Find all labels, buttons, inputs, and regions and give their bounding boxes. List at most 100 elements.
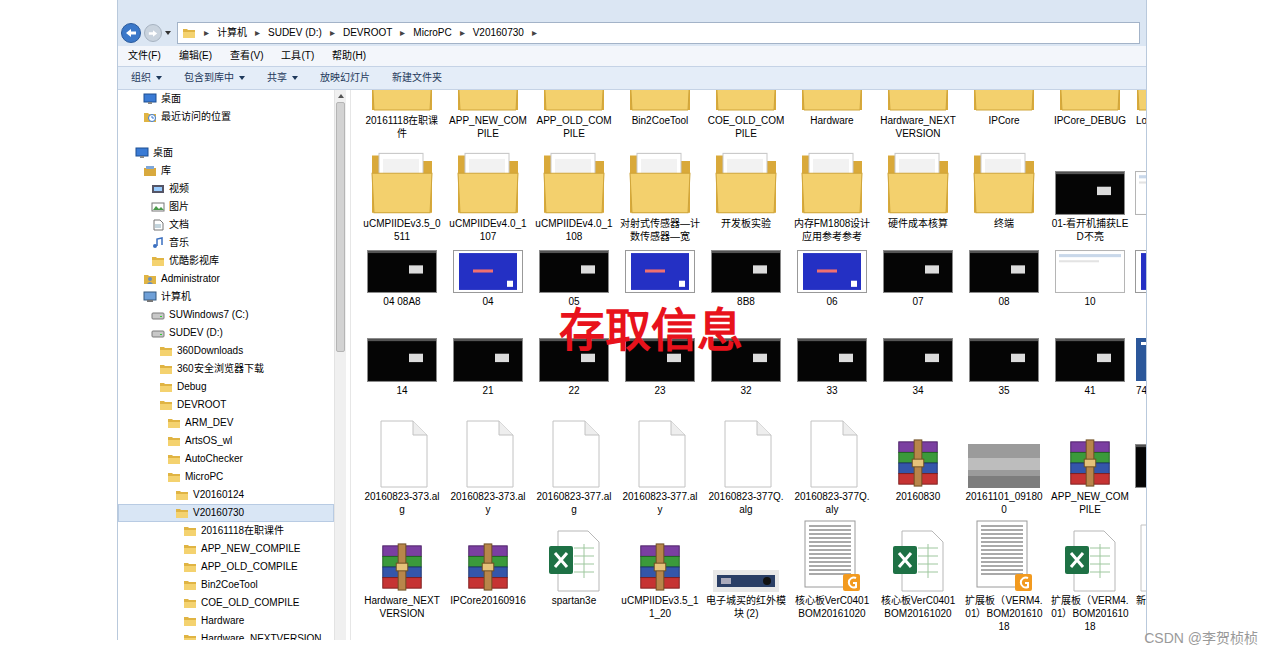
file-item[interactable]: 对射式传感器—计数传感器—宽 bbox=[617, 145, 703, 245]
file-item[interactable]: COE_OLD_COMPILE bbox=[703, 90, 789, 142]
file-item[interactable]: 20160823-377.alg bbox=[531, 418, 617, 518]
path-segment[interactable]: MicroPC bbox=[413, 23, 451, 43]
file-item[interactable]: 04 bbox=[445, 250, 531, 312]
nav-item[interactable]: AutoChecker bbox=[118, 450, 334, 468]
file-item[interactable]: IPCore20160916 bbox=[445, 520, 531, 640]
file-item[interactable]: 01-看开机捕获LED不亮 bbox=[1047, 145, 1133, 245]
nav-item[interactable]: SUDEV (D:) bbox=[118, 324, 334, 342]
file-item[interactable]: 20160823-377.aly bbox=[617, 418, 703, 518]
file-item[interactable]: 扩展板（VERM4.01）BOM20161018 bbox=[1047, 520, 1133, 640]
file-item[interactable]: 35 bbox=[961, 338, 1047, 400]
file-item[interactable]: 21 bbox=[445, 338, 531, 400]
file-item[interactable]: 20160823-377Q.aly bbox=[789, 418, 875, 518]
path-separator[interactable]: ▸ bbox=[255, 23, 260, 43]
nav-item[interactable]: Debug bbox=[118, 378, 334, 396]
path-separator[interactable]: ▸ bbox=[330, 23, 335, 43]
file-item[interactable]: APP_NEW_COMPILE bbox=[1047, 418, 1133, 518]
file-item[interactable]: 硬件成本核算 bbox=[875, 145, 961, 245]
path-separator[interactable]: ▸ bbox=[204, 23, 209, 43]
file-item[interactable]: Hardware_NEXTVERSION bbox=[359, 520, 445, 640]
file-item[interactable]: Lo bbox=[1133, 90, 1146, 142]
nav-item[interactable]: V20160730 bbox=[118, 504, 334, 522]
file-item[interactable]: uCMPIIDEv3.5_0511 bbox=[359, 145, 445, 245]
nav-item[interactable]: 桌面 bbox=[118, 90, 334, 108]
file-item[interactable]: APP_NEW_COMPILE bbox=[445, 90, 531, 142]
file-item[interactable]: 8B8 bbox=[703, 250, 789, 312]
nav-item[interactable]: APP_OLD_COMPILE bbox=[118, 558, 334, 576]
file-item[interactable]: Bin2CoeTool bbox=[617, 90, 703, 142]
nav-item[interactable]: MicroPC bbox=[118, 468, 334, 486]
file-item[interactable]: uCMPIIDEv3.5_11_20 bbox=[617, 520, 703, 640]
file-item[interactable]: 14 bbox=[359, 338, 445, 400]
menu-item[interactable]: 编辑(E) bbox=[177, 46, 214, 66]
file-item[interactable]: 04 08A8 bbox=[359, 250, 445, 312]
history-dropdown[interactable] bbox=[165, 31, 171, 35]
file-item[interactable]: 核心板VerC0401BOM20161020 bbox=[875, 520, 961, 640]
nav-item[interactable]: Hardware_NEXTVERSION bbox=[118, 630, 334, 640]
file-item[interactable]: 内存FM1808设计应用参考参考 bbox=[789, 145, 875, 245]
file-item[interactable]: IPCore bbox=[961, 90, 1047, 142]
path-separator[interactable]: ▸ bbox=[532, 23, 537, 43]
file-item[interactable]: 20160823-377Q.alg bbox=[703, 418, 789, 518]
file-item[interactable] bbox=[1133, 250, 1146, 312]
file-item[interactable]: 05 bbox=[531, 250, 617, 312]
menu-item[interactable]: 文件(F) bbox=[126, 46, 163, 66]
file-item[interactable]: 20160823-373.alg bbox=[359, 418, 445, 518]
file-item[interactable]: 34 bbox=[875, 338, 961, 400]
file-item[interactable]: 41 bbox=[1047, 338, 1133, 400]
nav-item[interactable]: 视频 bbox=[118, 180, 334, 198]
forward-button[interactable] bbox=[144, 24, 162, 42]
menu-item[interactable]: 帮助(H) bbox=[330, 46, 368, 66]
address-field[interactable]: ▸计算机▸SUDEV (D:)▸DEVROOT▸MicroPC▸V2016073… bbox=[177, 22, 1140, 44]
nav-item[interactable]: 桌面 bbox=[118, 144, 334, 162]
toolbar-button[interactable]: 包含到库中 bbox=[184, 67, 245, 89]
nav-item[interactable]: 文档 bbox=[118, 216, 334, 234]
file-item[interactable]: 20161118在职课件 bbox=[359, 90, 445, 142]
nav-item[interactable]: ArtsOS_wl bbox=[118, 432, 334, 450]
file-item[interactable]: 74 lo bbox=[1133, 338, 1146, 400]
nav-item[interactable]: V20160124 bbox=[118, 486, 334, 504]
nav-scrollbar[interactable] bbox=[334, 90, 346, 640]
file-item[interactable]: 10 bbox=[1047, 250, 1133, 312]
scroll-thumb[interactable] bbox=[336, 102, 345, 352]
file-item[interactable]: 终端 bbox=[961, 145, 1047, 245]
file-item[interactable]: IPCore_DEBUG bbox=[1047, 90, 1133, 142]
file-item[interactable]: 20161101_091800 bbox=[961, 418, 1047, 518]
menu-item[interactable]: 工具(T) bbox=[279, 46, 316, 66]
nav-item[interactable]: 图片 bbox=[118, 198, 334, 216]
scroll-up-arrow-icon[interactable] bbox=[338, 94, 344, 98]
file-item[interactable]: 08 bbox=[961, 250, 1047, 312]
file-item[interactable]: APP_OLD_COMPILE bbox=[531, 90, 617, 142]
path-segment[interactable]: SUDEV (D:) bbox=[268, 23, 322, 43]
nav-item[interactable]: 360安全浏览器下载 bbox=[118, 360, 334, 378]
nav-item[interactable]: DEVROOT bbox=[118, 396, 334, 414]
file-item[interactable] bbox=[617, 250, 703, 312]
file-item[interactable]: 06 bbox=[789, 250, 875, 312]
nav-item[interactable]: ARM_DEV bbox=[118, 414, 334, 432]
file-item[interactable]: 20160830 bbox=[875, 418, 961, 518]
nav-item[interactable]: 计算机 bbox=[118, 288, 334, 306]
file-item[interactable]: 07 bbox=[875, 250, 961, 312]
toolbar-button[interactable]: 组织 bbox=[131, 67, 162, 89]
toolbar-button[interactable]: 共享 bbox=[267, 67, 298, 89]
nav-item[interactable]: APP_NEW_COMPILE bbox=[118, 540, 334, 558]
nav-item[interactable]: Bin2CoeTool bbox=[118, 576, 334, 594]
nav-item[interactable]: 20161118在职课件 bbox=[118, 522, 334, 540]
file-item[interactable] bbox=[1133, 418, 1146, 518]
file-item[interactable]: 33 bbox=[789, 338, 875, 400]
path-segment[interactable]: DEVROOT bbox=[343, 23, 392, 43]
file-item[interactable]: uCMPIIDEv4.0_1107 bbox=[445, 145, 531, 245]
file-item[interactable]: 核心板VerC0401BOM20161020 bbox=[789, 520, 875, 640]
file-item[interactable]: 电子城买的红外模块 (2) bbox=[703, 520, 789, 640]
toolbar-button[interactable]: 放映幻灯片 bbox=[320, 67, 370, 89]
nav-item[interactable]: COE_OLD_COMPILE bbox=[118, 594, 334, 612]
nav-item[interactable]: SUWindows7 (C:) bbox=[118, 306, 334, 324]
path-segment[interactable]: 计算机 bbox=[217, 23, 247, 43]
file-item[interactable]: spartan3e bbox=[531, 520, 617, 640]
nav-item[interactable]: 最近访问的位置 bbox=[118, 108, 334, 126]
menu-item[interactable]: 查看(V) bbox=[228, 46, 265, 66]
path-separator[interactable]: ▸ bbox=[460, 23, 465, 43]
file-item[interactable]: 20160823-373.aly bbox=[445, 418, 531, 518]
file-item[interactable]: Hardware bbox=[789, 90, 875, 142]
nav-item[interactable]: 库 bbox=[118, 162, 334, 180]
